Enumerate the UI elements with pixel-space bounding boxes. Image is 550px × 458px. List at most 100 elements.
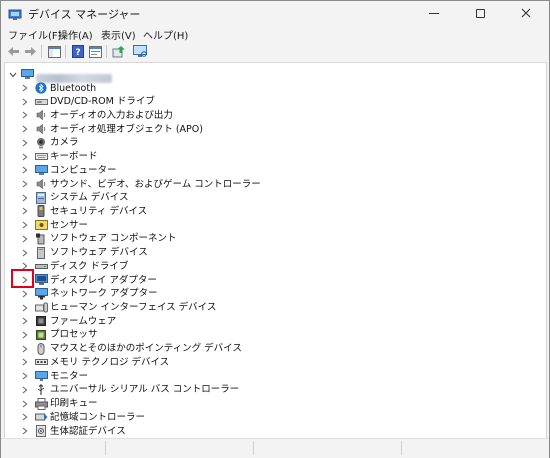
help-button[interactable]: ? bbox=[70, 44, 86, 59]
menu-view[interactable]: 表示(V) bbox=[101, 27, 136, 42]
tree-item[interactable]: センサー bbox=[5, 219, 546, 232]
chevron-right-icon[interactable] bbox=[20, 95, 30, 108]
tree-item-label: カメラ bbox=[50, 137, 79, 149]
menu-bar: ファイル(F) 操作(A) 表示(V) ヘルプ(H) bbox=[1, 26, 549, 42]
computer-icon bbox=[34, 164, 48, 177]
scan-hardware-button[interactable] bbox=[132, 44, 148, 59]
tree-item[interactable]: オーディオ処理オブジェクト (APO) bbox=[5, 123, 546, 136]
tree-item[interactable]: ディスプレイ アダプター bbox=[5, 274, 546, 287]
tree-item-label: コンピューター bbox=[50, 164, 117, 176]
chevron-right-icon[interactable] bbox=[20, 301, 30, 314]
chevron-right-icon[interactable] bbox=[20, 232, 30, 245]
tree-item[interactable]: 記憶域コントローラー bbox=[5, 411, 546, 424]
tree-item-label: キーボード bbox=[50, 151, 98, 163]
status-cell bbox=[1, 441, 106, 455]
tree-item[interactable]: モニター bbox=[5, 370, 546, 383]
tree-item-label: 生体認証デバイス bbox=[50, 425, 126, 437]
tree-item[interactable]: カメラ bbox=[5, 136, 546, 149]
software-device-icon bbox=[34, 246, 48, 259]
speaker-icon bbox=[34, 109, 48, 122]
chevron-right-icon[interactable] bbox=[20, 356, 30, 369]
chevron-right-icon[interactable] bbox=[20, 150, 30, 163]
tree-item[interactable]: コンピューター bbox=[5, 164, 546, 177]
tree-item[interactable]: ソフトウェア デバイス bbox=[5, 246, 546, 259]
tree-item[interactable]: ネットワーク アダプター bbox=[5, 287, 546, 300]
chevron-right-icon[interactable] bbox=[20, 164, 30, 177]
chevron-right-icon[interactable] bbox=[20, 383, 30, 396]
properties-button[interactable] bbox=[87, 44, 103, 59]
tree-item[interactable]: セキュリティ デバイス bbox=[5, 205, 546, 218]
memory-icon bbox=[34, 356, 48, 369]
tree-item-label: オーディオの入力および出力 bbox=[50, 109, 173, 121]
tree-item-label: ネットワーク アダプター bbox=[50, 288, 158, 300]
chevron-right-icon[interactable] bbox=[20, 136, 30, 149]
tree-item-label: プロセッサ bbox=[50, 329, 98, 341]
menu-action[interactable]: 操作(A) bbox=[58, 27, 93, 42]
chevron-right-icon[interactable] bbox=[20, 425, 30, 438]
tree-item[interactable]: マウスとそのほかのポインティング デバイス bbox=[5, 342, 546, 355]
tree-item[interactable]: 生体認証デバイス bbox=[5, 425, 546, 438]
tree-item[interactable]: プロセッサ bbox=[5, 328, 546, 341]
chevron-right-icon[interactable] bbox=[20, 315, 30, 328]
chevron-right-icon[interactable] bbox=[20, 82, 30, 95]
menu-help[interactable]: ヘルプ(H) bbox=[143, 27, 188, 42]
chevron-right-icon[interactable] bbox=[20, 287, 30, 300]
tree-item[interactable]: キーボード bbox=[5, 150, 546, 163]
chevron-right-icon[interactable] bbox=[20, 191, 30, 204]
title-bar: デバイス マネージャー bbox=[1, 1, 549, 25]
tree-item-label: マウスとそのほかのポインティング デバイス bbox=[50, 343, 242, 355]
chevron-right-icon[interactable] bbox=[20, 246, 30, 259]
tree-item-label: DVD/CD-ROM ドライブ bbox=[50, 96, 155, 108]
chevron-right-icon[interactable] bbox=[20, 328, 30, 341]
tree-item[interactable]: システム デバイス bbox=[5, 191, 546, 204]
chevron-right-icon[interactable] bbox=[20, 205, 30, 218]
tree-item[interactable]: ソフトウェア コンポーネント bbox=[5, 232, 546, 245]
properties-icon bbox=[88, 45, 102, 58]
network-adapter-icon bbox=[34, 287, 48, 300]
tree-item[interactable]: 印刷キュー bbox=[5, 397, 546, 410]
system-device-icon bbox=[34, 191, 48, 204]
speaker-icon bbox=[34, 178, 48, 191]
tree-item[interactable]: サウンド、ビデオ、およびゲーム コントローラー bbox=[5, 178, 546, 191]
back-button[interactable] bbox=[5, 44, 21, 59]
close-button[interactable] bbox=[503, 1, 549, 25]
chevron-right-icon[interactable] bbox=[20, 370, 30, 383]
menu-file[interactable]: ファイル(F) bbox=[8, 27, 62, 42]
hid-icon bbox=[34, 301, 48, 314]
maximize-icon bbox=[475, 8, 485, 18]
tree-item-label: 印刷キュー bbox=[50, 398, 98, 410]
chevron-right-icon[interactable] bbox=[20, 342, 30, 355]
usb-icon bbox=[34, 383, 48, 396]
tree-item-label: 記憶域コントローラー bbox=[50, 411, 146, 423]
chevron-right-icon[interactable] bbox=[20, 109, 30, 122]
update-driver-button[interactable] bbox=[111, 44, 127, 59]
tree-item[interactable]: DVD/CD-ROM ドライブ bbox=[5, 95, 546, 108]
tree-item[interactable]: ファームウェア bbox=[5, 315, 546, 328]
console-tree-button[interactable] bbox=[46, 44, 62, 59]
tree-item-label: モニター bbox=[50, 370, 89, 382]
chevron-right-icon[interactable] bbox=[20, 123, 30, 136]
tree-root[interactable] bbox=[5, 68, 546, 83]
tree-item[interactable]: ユニバーサル シリアル バス コントローラー bbox=[5, 383, 546, 396]
chevron-right-icon[interactable] bbox=[20, 397, 30, 410]
maximize-button[interactable] bbox=[457, 1, 503, 25]
security-key-icon bbox=[34, 205, 48, 218]
tree-item[interactable]: Bluetooth bbox=[5, 82, 546, 95]
tree-item[interactable]: ヒューマン インターフェイス デバイス bbox=[5, 301, 546, 314]
tree-item[interactable]: オーディオの入力および出力 bbox=[5, 109, 546, 122]
chevron-down-icon[interactable] bbox=[8, 68, 18, 81]
chevron-right-icon[interactable] bbox=[20, 411, 30, 424]
forward-button[interactable] bbox=[22, 44, 38, 59]
tree-item[interactable]: ディスク ドライブ bbox=[5, 260, 546, 273]
display-adapter-icon bbox=[34, 274, 48, 287]
sensor-icon bbox=[34, 219, 48, 232]
bluetooth-icon bbox=[34, 82, 48, 95]
minimize-icon bbox=[429, 12, 439, 14]
tree-item-label: ディスク ドライブ bbox=[50, 260, 129, 272]
tree-item-label: セキュリティ デバイス bbox=[50, 205, 148, 217]
chevron-right-icon[interactable] bbox=[20, 178, 30, 191]
minimize-button[interactable] bbox=[411, 1, 457, 25]
monitor-scan-icon bbox=[132, 45, 147, 57]
chevron-right-icon[interactable] bbox=[20, 219, 30, 232]
tree-item[interactable]: メモリ テクノロジ デバイス bbox=[5, 356, 546, 369]
